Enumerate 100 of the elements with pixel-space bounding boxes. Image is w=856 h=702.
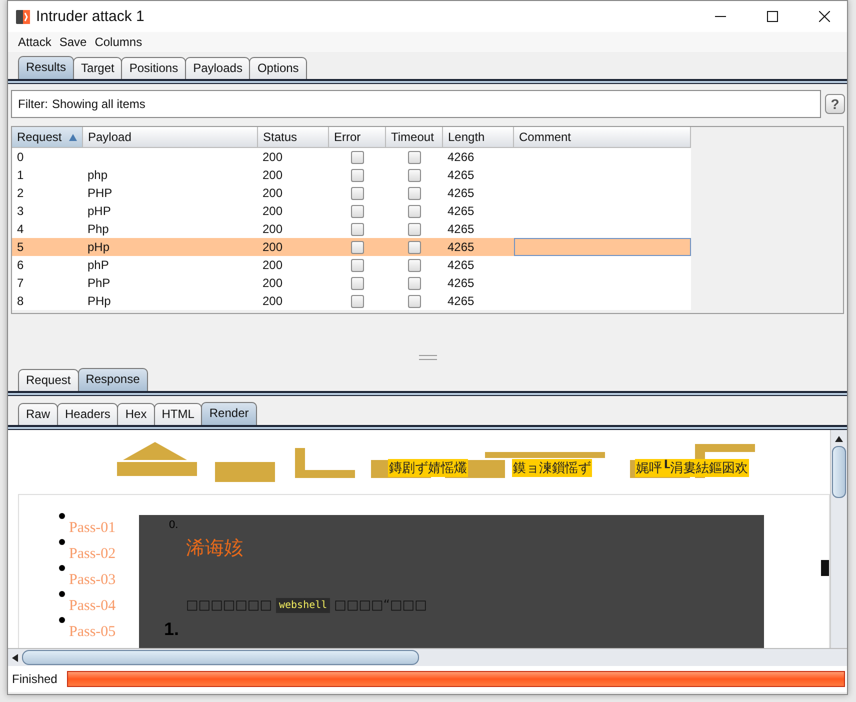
table-cell: 8 xyxy=(12,292,82,310)
table-cell: 200 xyxy=(258,202,328,220)
checkbox[interactable] xyxy=(350,169,364,182)
table-cell: 4265 xyxy=(442,256,514,274)
scrollbar-thumb[interactable] xyxy=(832,446,846,498)
app-logo-icon xyxy=(16,10,30,24)
column-header[interactable]: Payload xyxy=(82,127,258,148)
inline-code: webshell xyxy=(276,598,330,613)
checkbox[interactable] xyxy=(408,223,420,236)
tab[interactable]: Target xyxy=(73,57,122,79)
splitter-handle[interactable] xyxy=(418,355,436,360)
table-cell: 200 xyxy=(258,274,328,292)
table-cell: 200 xyxy=(258,148,328,166)
bullet-icon xyxy=(59,513,65,519)
table-cell: pHp xyxy=(88,240,110,254)
table-cell: 4266 xyxy=(442,148,514,166)
vertical-scrollbar[interactable] xyxy=(830,430,847,648)
checkbox[interactable] xyxy=(408,259,420,272)
tab[interactable]: Headers xyxy=(57,403,118,425)
table-cell: 4265 xyxy=(442,292,514,310)
table-cell: 4265 xyxy=(442,274,514,292)
checkbox[interactable] xyxy=(350,259,364,272)
scrollbar-thumb[interactable] xyxy=(22,650,419,665)
table-cell: 3 xyxy=(12,202,82,220)
table-cell: 5 xyxy=(12,238,82,256)
tab[interactable]: Options xyxy=(249,57,307,79)
column-header[interactable]: Error xyxy=(328,127,386,148)
table-cell: 1 xyxy=(12,166,82,184)
nav-link[interactable]: 鏌ョ湅鎻愮ず xyxy=(512,459,592,477)
bullet-icon xyxy=(59,539,65,545)
table-cell: 7 xyxy=(12,274,82,292)
tab[interactable]: Request xyxy=(18,369,79,391)
tab[interactable]: Payloads xyxy=(185,57,250,79)
checkbox[interactable] xyxy=(408,151,420,164)
scroll-up-icon xyxy=(835,436,843,442)
table-cell: 4265 xyxy=(442,166,514,184)
table-cell: 200 xyxy=(258,292,328,310)
column-header[interactable]: Comment xyxy=(514,127,690,148)
body-text: □□□□“□□□ xyxy=(334,598,427,613)
nav-link[interactable]: 娓呯┖涓婁紶鏂囦欢 xyxy=(635,459,749,477)
table-cell: php xyxy=(88,168,108,182)
table-cell: Php xyxy=(88,222,109,236)
checkbox[interactable] xyxy=(350,277,364,290)
table-cell: 4265 xyxy=(442,184,514,202)
table-cell: 200 xyxy=(258,166,328,184)
tab[interactable]: Positions xyxy=(121,57,186,79)
column-header[interactable]: Timeout xyxy=(386,127,442,148)
list-number: 1. xyxy=(164,619,180,640)
menu-item[interactable]: Save xyxy=(59,35,87,49)
column-header[interactable]: Length xyxy=(442,127,514,148)
table-cell: 4265 xyxy=(442,238,514,256)
tab[interactable]: Render xyxy=(201,402,257,425)
table-cell: 200 xyxy=(258,238,328,256)
checkbox[interactable] xyxy=(350,205,364,218)
table-cell: PHP xyxy=(88,186,112,200)
checkbox[interactable] xyxy=(408,277,420,290)
tab[interactable]: Hex xyxy=(117,403,155,425)
section-heading: 浠诲姟 xyxy=(186,536,243,561)
table-cell: phP xyxy=(88,258,109,272)
checkbox[interactable] xyxy=(408,295,420,308)
tab[interactable]: HTML xyxy=(154,403,202,425)
table-cell: 0 xyxy=(12,148,82,166)
help-button[interactable]: ? xyxy=(825,94,845,114)
tab[interactable]: Response xyxy=(78,368,148,391)
bullet-icon xyxy=(59,565,65,571)
checkbox[interactable] xyxy=(408,187,420,200)
table-cell: 4 xyxy=(12,220,82,238)
checkbox[interactable] xyxy=(350,151,364,164)
maximize-icon xyxy=(766,11,778,22)
checkbox[interactable] xyxy=(408,241,420,254)
filter-bar[interactable]: Filter: Showing all items xyxy=(11,90,821,118)
filter-label: Filter: xyxy=(18,97,48,111)
table-cell: 4265 xyxy=(442,202,514,220)
table-cell: 4265 xyxy=(442,220,514,238)
menu-item[interactable]: Attack xyxy=(18,35,52,49)
minimize-icon xyxy=(714,16,726,18)
checkbox[interactable] xyxy=(350,295,364,308)
horizontal-scrollbar[interactable] xyxy=(8,648,847,666)
scroll-left-icon xyxy=(12,654,18,662)
tab[interactable]: Results xyxy=(18,56,74,79)
scrollbar-thumb[interactable] xyxy=(821,560,829,576)
checkbox[interactable] xyxy=(408,205,420,218)
table-cell: PhP xyxy=(88,276,110,290)
checkbox[interactable] xyxy=(350,241,364,254)
close-icon xyxy=(818,11,830,22)
list-number: 0. xyxy=(169,519,178,531)
table-cell: 200 xyxy=(258,184,328,202)
bullet-icon xyxy=(59,591,65,597)
checkbox[interactable] xyxy=(350,187,364,200)
checkbox[interactable] xyxy=(408,169,420,182)
body-text: □□□□□□□ xyxy=(186,598,272,613)
window-title: Intruder attack 1 xyxy=(36,8,146,25)
nav-link[interactable]: 鏄剧ず婧愮爜 xyxy=(388,459,468,477)
column-header[interactable]: Request xyxy=(12,127,82,148)
tab[interactable]: Raw xyxy=(18,403,58,425)
menu-item[interactable]: Columns xyxy=(94,35,142,49)
checkbox[interactable] xyxy=(350,223,364,236)
table-cell: 200 xyxy=(258,220,328,238)
column-header[interactable]: Status xyxy=(258,127,328,148)
bullet-icon xyxy=(59,617,65,623)
